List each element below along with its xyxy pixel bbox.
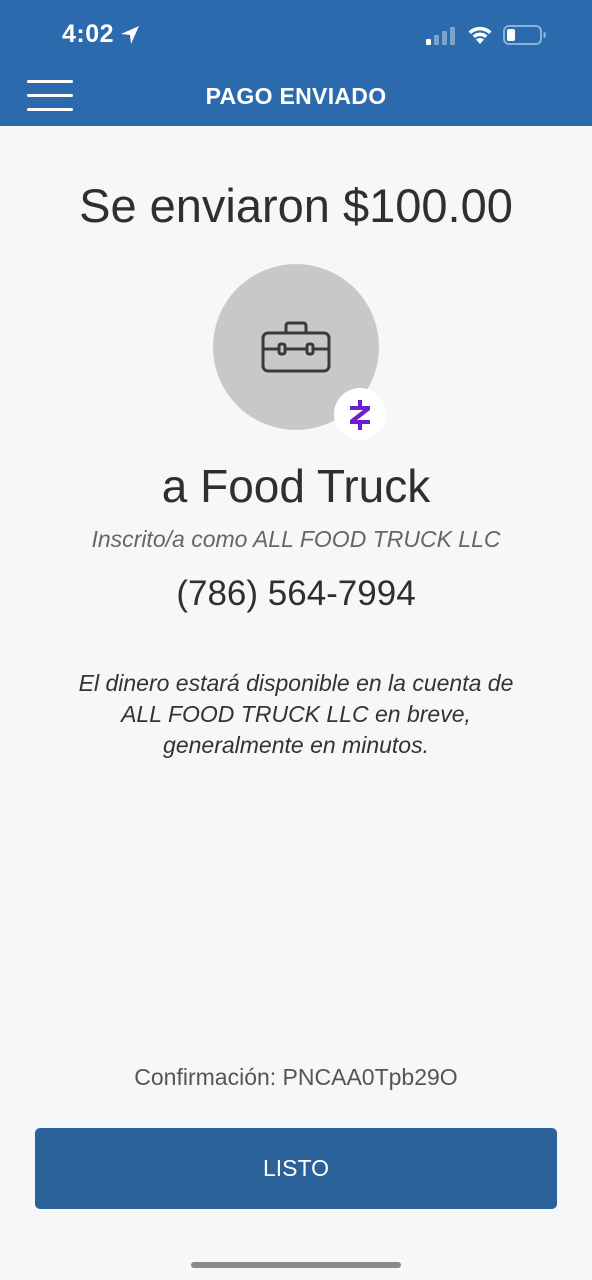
home-indicator[interactable] (191, 1262, 401, 1268)
recipient-name: a Food Truck (161, 460, 431, 512)
battery-icon (503, 25, 546, 45)
status-time: 4:02 (62, 20, 115, 48)
zelle-icon (350, 400, 370, 430)
app-header: 4:02 PAGO ENVIADO (0, 0, 592, 126)
enrolled-as-text: Inscrito/a como ALL FOOD TRUCK LLC (91, 526, 501, 552)
page-title: PAGO ENVIADO (205, 83, 387, 109)
confirmation-number: Confirmación: PNCAA0Tpb29O (134, 1064, 458, 1090)
briefcase-icon (261, 321, 331, 373)
zelle-badge (334, 388, 386, 440)
recipient-phone: (786) 564-7994 (176, 574, 416, 613)
location-arrow-icon (121, 26, 139, 44)
done-button[interactable]: LISTO (35, 1128, 557, 1209)
status-bar: 4:02 (0, 0, 592, 70)
wifi-icon (468, 26, 492, 44)
amount-sent-heading: Se enviaron $100.00 (79, 179, 513, 232)
cellular-signal-icon (426, 27, 455, 45)
availability-info: El dinero estará disponible en la cuenta… (78, 670, 514, 758)
